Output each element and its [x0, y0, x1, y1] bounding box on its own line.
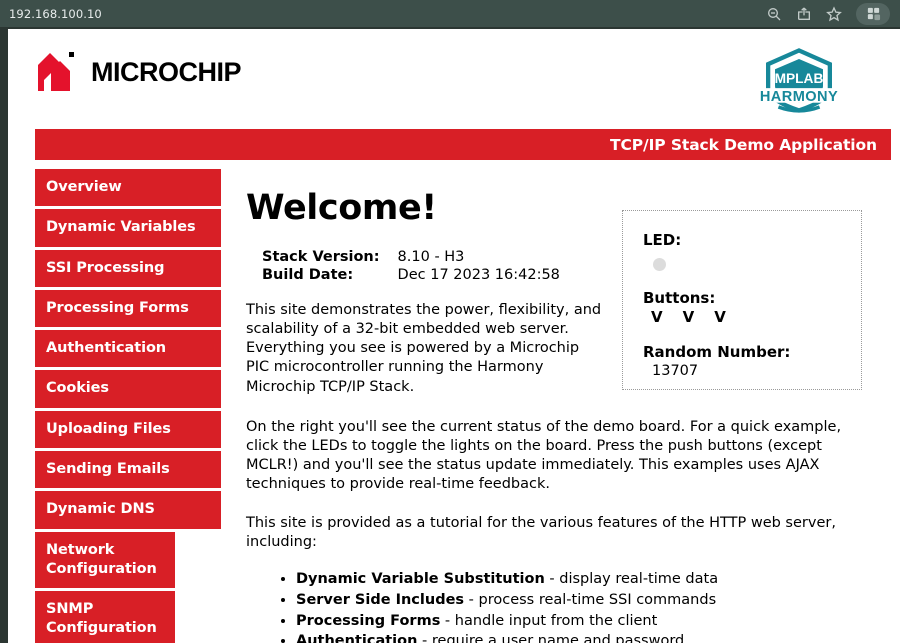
intro-paragraph: This site demonstrates the power, flexib… — [246, 301, 602, 397]
svg-text:HARMONY: HARMONY — [760, 89, 838, 105]
banner-title-text: TCP/IP Stack Demo Application — [610, 136, 891, 154]
sidebar-item-dynamic-variables[interactable]: Dynamic Variables — [35, 209, 221, 246]
feature-term: Server Side Includes — [296, 592, 464, 608]
stack-version-label: Stack Version: — [262, 248, 380, 266]
microchip-logo-icon — [36, 51, 82, 93]
sidebar-item-uploading-files[interactable]: Uploading Files — [35, 411, 221, 448]
board-status-panel: LED: Buttons: V V V Random Number: 13707 — [622, 210, 862, 390]
browser-window-frame: MICROCHIP MPLAB HARMONY TCP/IP Stack Dem… — [0, 27, 900, 643]
led-label: LED: — [643, 231, 861, 249]
search-icon[interactable] — [766, 6, 782, 22]
bookmark-star-icon[interactable] — [826, 6, 842, 22]
board-status-inner: LED: Buttons: V V V Random Number: 13707 — [623, 211, 861, 379]
sidebar-item-authentication[interactable]: Authentication — [35, 330, 221, 367]
sidebar-item-overview[interactable]: Overview — [35, 169, 221, 206]
sidebar-item-network-configuration[interactable]: Network Configuration — [35, 532, 175, 589]
sidebar-item-ssi-processing[interactable]: SSI Processing — [35, 250, 221, 287]
feature-term: Authentication — [296, 633, 417, 643]
feature-desc: - process real-time SSI commands — [464, 592, 716, 608]
stack-version-value: 8.10 - H3 — [380, 248, 560, 266]
button-indicator-2[interactable]: V — [714, 308, 726, 326]
led-indicator[interactable] — [653, 258, 666, 271]
random-number-value: 13707 — [652, 363, 861, 379]
share-icon[interactable] — [796, 6, 812, 22]
sidebar-item-cookies[interactable]: Cookies — [35, 370, 221, 407]
build-date-value: Dec 17 2023 16:42:58 — [380, 266, 560, 284]
microchip-wordmark: MICROCHIP — [91, 59, 241, 86]
table-row: Build Date: Dec 17 2023 16:42:58 — [262, 266, 560, 284]
feature-desc: - handle input from the client — [440, 613, 657, 629]
buttons-label: Buttons: — [643, 289, 861, 307]
feature-term: Processing Forms — [296, 613, 440, 629]
feature-desc: - display real-time data — [545, 571, 718, 587]
button-indicator-0[interactable]: V — [651, 308, 663, 326]
status-paragraph: On the right you'll see the current stat… — [246, 418, 851, 495]
build-date-label: Build Date: — [262, 266, 380, 284]
list-item: Processing Forms - handle input from the… — [296, 611, 886, 632]
sidebar-item-processing-forms[interactable]: Processing Forms — [35, 290, 221, 327]
address-bar-url[interactable]: 192.168.100.10 — [9, 7, 102, 21]
sidebar-nav: Overview Dynamic Variables SSI Processin… — [35, 169, 221, 643]
button-indicator-1[interactable]: V — [683, 308, 695, 326]
table-row: Stack Version: 8.10 - H3 — [262, 248, 560, 266]
mplab-harmony-logo[interactable]: MPLAB HARMONY — [756, 47, 842, 119]
feature-desc: - require a user name and password — [417, 633, 684, 643]
list-item: Authentication - require a user name and… — [296, 631, 886, 643]
browser-chrome: 192.168.100.10 — [0, 0, 900, 27]
random-number-label: Random Number: — [643, 343, 861, 361]
sidebar-item-dynamic-dns[interactable]: Dynamic DNS — [35, 491, 221, 528]
microchip-logo[interactable]: MICROCHIP — [36, 51, 241, 93]
list-item: Dynamic Variable Substitution - display … — [296, 569, 886, 590]
feature-list: Dynamic Variable Substitution - display … — [274, 569, 886, 643]
sidebar-item-sending-emails[interactable]: Sending Emails — [35, 451, 221, 488]
sidebar-item-snmp-configuration[interactable]: SNMP Configuration — [35, 591, 175, 643]
feature-term: Dynamic Variable Substitution — [296, 571, 545, 587]
page-title-banner: TCP/IP Stack Demo Application — [35, 129, 891, 160]
extensions-icon[interactable] — [856, 3, 890, 25]
web-page: MICROCHIP MPLAB HARMONY TCP/IP Stack Dem… — [8, 29, 900, 643]
page-header: MICROCHIP MPLAB HARMONY — [8, 29, 900, 127]
version-info-table: Stack Version: 8.10 - H3 Build Date: Dec… — [262, 248, 560, 284]
svg-text:MPLAB: MPLAB — [775, 71, 824, 86]
button-indicator-group: V V V — [651, 308, 861, 326]
tutorial-paragraph: This site is provided as a tutorial for … — [246, 514, 851, 552]
browser-toolbar-icons — [766, 3, 900, 25]
list-item: Server Side Includes - process real-time… — [296, 590, 886, 611]
